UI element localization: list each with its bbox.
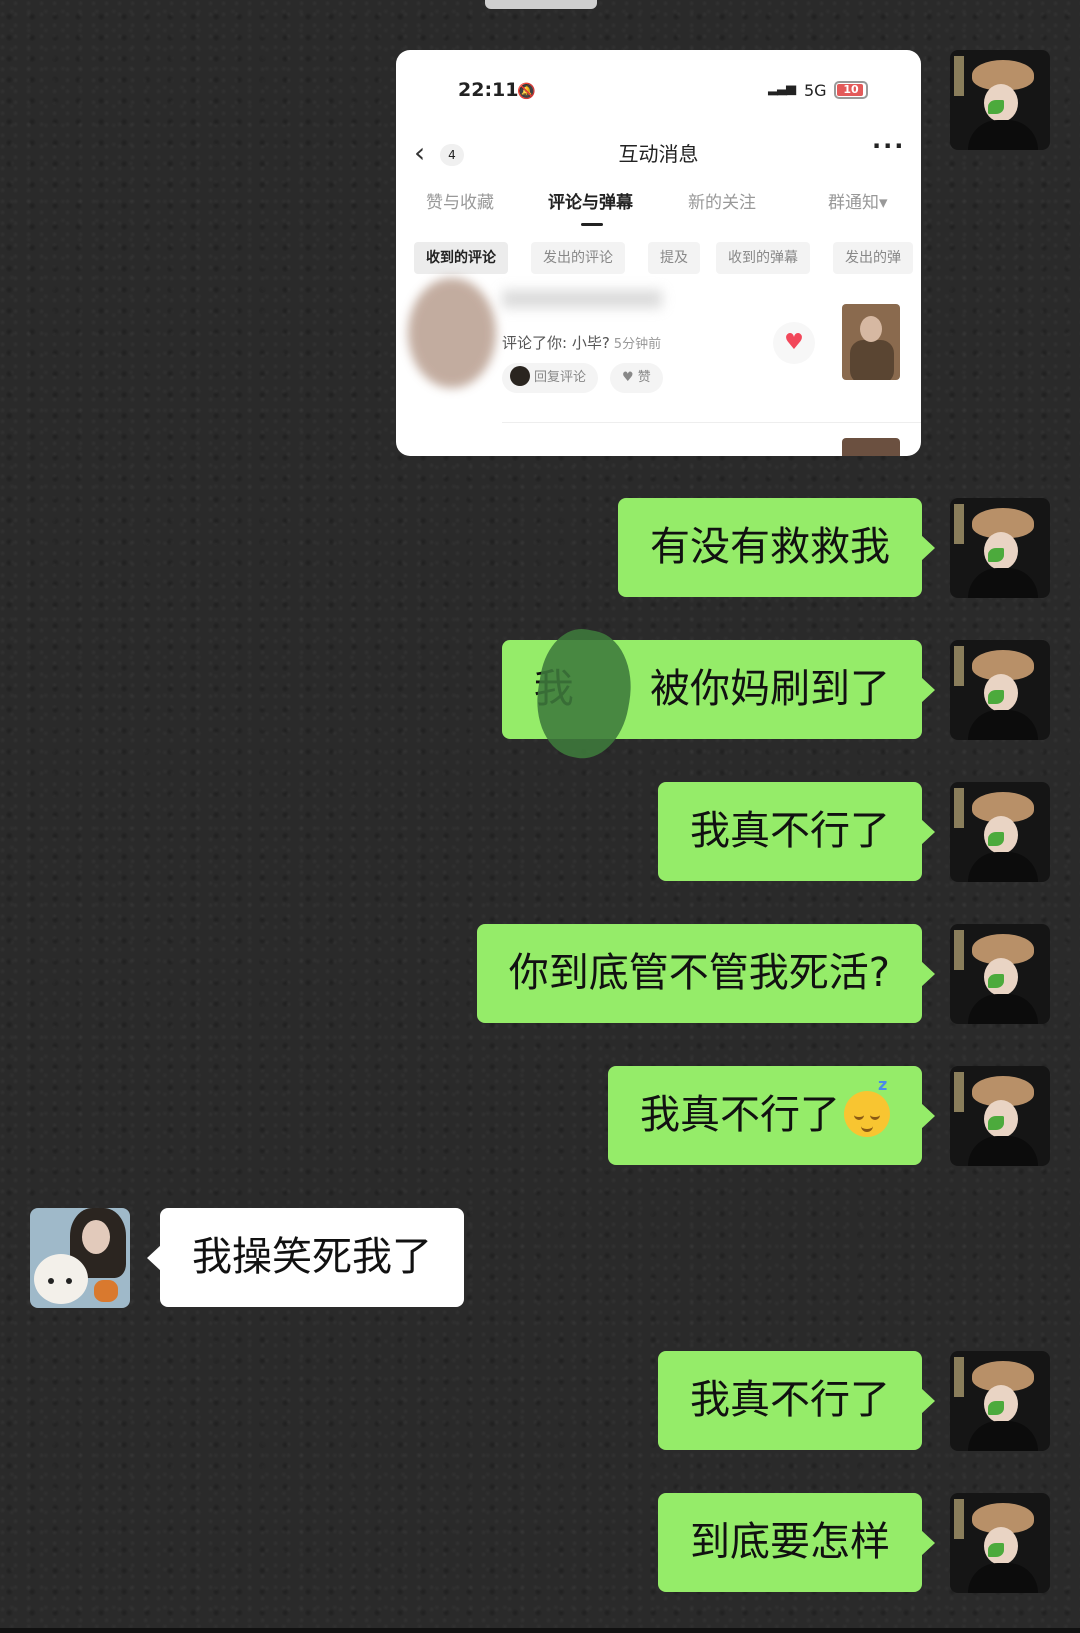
page-title: 互动消息 bbox=[618, 142, 699, 166]
message-bubble[interactable]: 我真不行了 z bbox=[608, 1066, 935, 1165]
status-time: 22:11 bbox=[458, 79, 519, 101]
message-bubble[interactable]: 我真不行了 bbox=[658, 782, 935, 881]
like-button[interactable]: ♥ 赞 bbox=[610, 363, 663, 393]
sleeping-face-emoji: z bbox=[844, 1077, 890, 1137]
signal-icon: ▂▃▅ bbox=[768, 81, 796, 96]
image-message-screenshot[interactable]: 22:11 🔕 ▂▃▅ 5G 10 ‹ 4 互动消息 ··· 赞与收藏 评论与弹… bbox=[396, 50, 921, 456]
mini-avatar bbox=[510, 366, 530, 386]
tab-comments[interactable]: 评论与弹幕 bbox=[548, 188, 633, 213]
chip-received-danmaku[interactable]: 收到的弹幕 bbox=[716, 242, 810, 274]
reply-comment-button[interactable]: 回复评论 bbox=[502, 363, 599, 393]
tab-likes[interactable]: 赞与收藏 bbox=[426, 188, 494, 213]
blurred-username bbox=[502, 290, 662, 308]
tab-group-notice[interactable]: 群通知▾ bbox=[828, 188, 888, 213]
heart-icon[interactable]: ♥ bbox=[773, 322, 815, 364]
chip-received-comments[interactable]: 收到的评论 bbox=[414, 242, 508, 274]
my-avatar[interactable] bbox=[950, 50, 1050, 150]
message-bubble[interactable]: 我操笑死我了 bbox=[147, 1208, 464, 1307]
battery-level: 10 bbox=[843, 83, 859, 96]
friend-avatar[interactable] bbox=[30, 1208, 130, 1308]
my-avatar[interactable] bbox=[950, 640, 1050, 740]
more-icon[interactable]: ··· bbox=[872, 132, 905, 160]
my-avatar[interactable] bbox=[950, 1493, 1050, 1593]
heart-outline-icon: ♥ bbox=[622, 370, 634, 385]
divider bbox=[502, 422, 921, 423]
bottom-edge bbox=[0, 1628, 1080, 1633]
my-avatar[interactable] bbox=[950, 924, 1050, 1024]
chip-sent-danmaku[interactable]: 发出的弹 bbox=[833, 242, 913, 274]
comment-text: 评论了你: 小毕? 5分钟前 bbox=[502, 334, 662, 352]
battery-icon: 10 bbox=[834, 81, 868, 99]
tab-underline bbox=[581, 223, 603, 226]
my-avatar[interactable] bbox=[950, 1351, 1050, 1451]
chip-sent-comments[interactable]: 发出的评论 bbox=[531, 242, 625, 274]
network-type: 5G bbox=[804, 81, 827, 100]
message-bubble[interactable]: 你到底管不管我死活? bbox=[476, 924, 936, 1023]
comment-time: 5分钟前 bbox=[613, 337, 662, 352]
message-bubble[interactable]: 有没有救救我 bbox=[618, 498, 935, 597]
message-bubble[interactable]: 我真不行了 bbox=[658, 1351, 935, 1450]
video-thumbnail-2[interactable] bbox=[842, 438, 900, 456]
chip-mentions[interactable]: 提及 bbox=[648, 242, 700, 274]
message-bubble[interactable]: 到底要怎样 bbox=[658, 1493, 935, 1592]
my-avatar[interactable] bbox=[950, 782, 1050, 882]
blurred-avatar bbox=[408, 278, 496, 388]
mute-bell-icon: 🔕 bbox=[517, 82, 536, 100]
top-handle bbox=[485, 0, 597, 9]
video-thumbnail[interactable] bbox=[842, 304, 900, 380]
message-text: 我真不行了 bbox=[640, 1092, 840, 1138]
tab-follows[interactable]: 新的关注 bbox=[688, 188, 756, 213]
my-avatar[interactable] bbox=[950, 498, 1050, 598]
my-avatar[interactable] bbox=[950, 1066, 1050, 1166]
